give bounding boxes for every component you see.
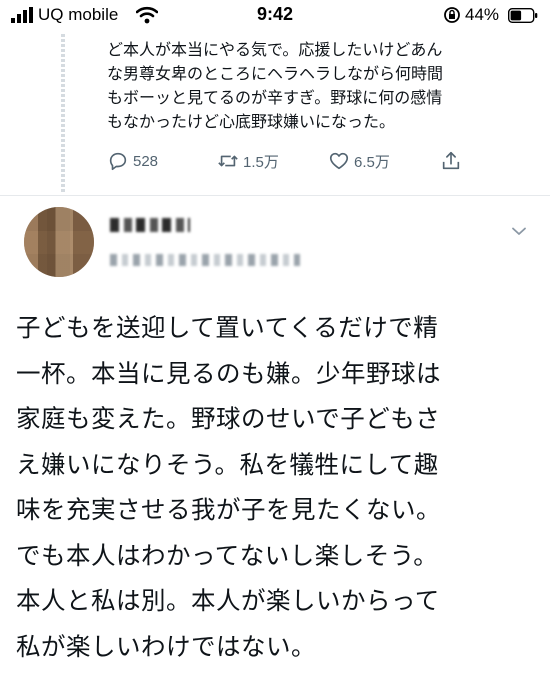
reply-line: え嫌いになりそう。私を犠牲にして趣 xyxy=(16,449,439,479)
reply-line: 味を充実させる我が子を見たくない。 xyxy=(16,495,441,524)
like-count: 6.5万 xyxy=(354,153,390,171)
battery-icon xyxy=(508,8,538,23)
status-bar: UQ mobile 9:42 44% xyxy=(0,0,550,34)
tweet-action-bar: 528 1.5万 6.5万 xyxy=(0,146,550,178)
avatar[interactable] xyxy=(24,207,94,277)
rotation-lock-icon xyxy=(444,7,460,23)
tweet-line: な男尊女卑のところにヘラヘラしながら何時間 xyxy=(107,64,444,83)
parent-tweet-text: ど本人が本当にやる気で。応援したいけどあん な男尊女卑のところにヘラヘラしながら… xyxy=(107,38,517,134)
tweet-line: ど本人が本当にやる気で。応援したいけどあん xyxy=(107,40,443,59)
display-name-redacted[interactable] xyxy=(110,218,190,232)
chevron-down-icon[interactable] xyxy=(510,222,528,240)
reply-button[interactable]: 528 xyxy=(107,146,158,176)
share-button[interactable] xyxy=(440,146,462,176)
retweet-button[interactable]: 1.5万 xyxy=(217,146,279,176)
tweet-divider xyxy=(0,195,550,196)
retweet-count: 1.5万 xyxy=(243,153,279,171)
battery-percent: 44% xyxy=(465,5,500,24)
user-handle-redacted[interactable] xyxy=(110,254,300,266)
reply-line: 私が楽しいわけではない。 xyxy=(16,631,316,661)
tweet-line: もなかったけど心底野球嫌いになった。 xyxy=(107,112,396,131)
like-button[interactable]: 6.5万 xyxy=(328,146,390,176)
reply-icon xyxy=(109,152,127,171)
reply-line: 本人と私は別。本人が楽しいからって xyxy=(16,586,440,615)
retweet-icon xyxy=(218,155,238,167)
share-icon xyxy=(442,151,460,170)
reply-tweet-text: 子どもを送迎して置いてくるだけで精 一杯。本当に見るのも嫌。少年野球は 家庭も変… xyxy=(16,305,536,669)
reply-line: 子どもを送迎して置いてくるだけで精 xyxy=(16,313,439,342)
like-icon xyxy=(329,152,349,170)
reply-line: でも本人はわかってないし楽しそう。 xyxy=(16,540,439,570)
reply-line: 家庭も変えた。野球のせいで子どもさ xyxy=(16,404,441,433)
tweet-line: もボーッと見てるのが辛すぎ。野球に何の感情 xyxy=(107,88,443,107)
reply-line: 一杯。本当に見るのも嫌。少年野球は xyxy=(16,358,441,388)
reply-count: 528 xyxy=(133,152,159,170)
